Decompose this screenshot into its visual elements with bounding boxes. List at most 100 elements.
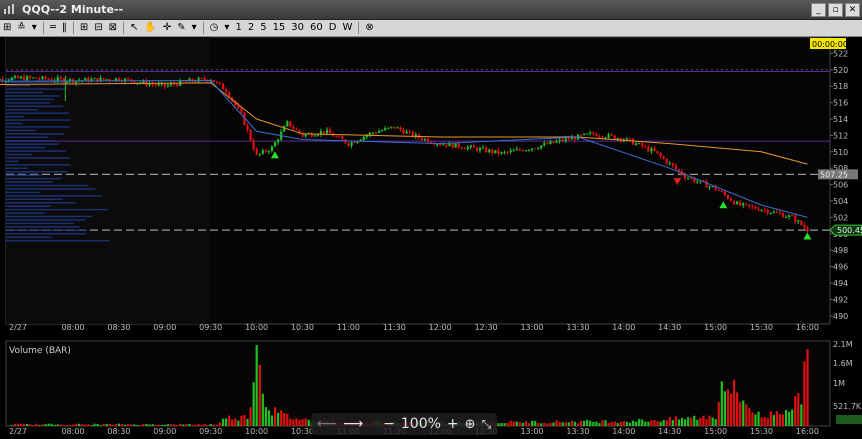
candle-body bbox=[723, 191, 726, 196]
chart-type-icon[interactable]: ⊞ bbox=[0, 21, 14, 35]
toolbar-divider bbox=[123, 22, 125, 34]
candle-body bbox=[347, 143, 350, 146]
timeframe-15[interactable]: 15 bbox=[270, 21, 289, 35]
candle-body bbox=[384, 128, 387, 131]
candle-body bbox=[393, 126, 396, 129]
candle-body bbox=[754, 206, 757, 209]
volume-date-label: 2/27 bbox=[9, 427, 27, 435]
timeframe-30[interactable]: 30 bbox=[288, 21, 307, 35]
volume-bar bbox=[75, 423, 78, 426]
pause-icon[interactable]: ‖ bbox=[59, 21, 70, 35]
candle-body bbox=[784, 216, 788, 218]
volume-profile-bar bbox=[6, 112, 69, 114]
timeframe-1[interactable]: 1 bbox=[232, 21, 244, 35]
scroll-right-icon[interactable]: ⟶ bbox=[343, 416, 363, 432]
cancel-icon[interactable]: ⊗ bbox=[362, 21, 376, 35]
candle-body bbox=[463, 148, 466, 150]
candle-body bbox=[225, 89, 228, 93]
volume-profile-bar bbox=[6, 150, 67, 152]
zoom-out-button[interactable]: − bbox=[383, 416, 395, 432]
volume-profile-bar bbox=[6, 195, 103, 197]
candle-body bbox=[316, 134, 319, 136]
layout-icon[interactable]: ⊟ bbox=[91, 21, 105, 35]
hand-icon[interactable]: ✋ bbox=[141, 21, 159, 35]
candle-body bbox=[478, 148, 482, 151]
zoom-in-button[interactable]: + bbox=[447, 416, 459, 432]
volume-profile-bar bbox=[6, 174, 42, 176]
candle-body bbox=[399, 127, 402, 130]
timeframe-5[interactable]: 5 bbox=[257, 21, 269, 35]
volume-bar bbox=[154, 425, 157, 426]
volume-bar bbox=[650, 420, 653, 426]
candle-body bbox=[466, 146, 469, 149]
clock-icon[interactable]: ◷ bbox=[207, 21, 222, 35]
interval-dropdown-icon[interactable]: ▾ bbox=[221, 21, 232, 35]
volume-bar bbox=[696, 419, 699, 426]
candle-body bbox=[102, 77, 105, 80]
window-link-icon[interactable]: ⊠ bbox=[106, 21, 120, 35]
volume-bar bbox=[595, 421, 598, 426]
volume-bar bbox=[261, 393, 264, 426]
candle-body bbox=[35, 77, 38, 79]
volume-bar bbox=[625, 421, 629, 426]
window-controls: _ ▫ ✕ bbox=[811, 3, 860, 17]
candle-body bbox=[531, 148, 534, 150]
candle-body bbox=[273, 142, 277, 147]
candle-body bbox=[500, 152, 503, 154]
volume-bar bbox=[41, 424, 44, 426]
candle-body bbox=[736, 201, 739, 205]
candle-body bbox=[665, 158, 668, 164]
crosshair-icon[interactable]: ✛ bbox=[160, 21, 174, 35]
volume-bar bbox=[589, 420, 592, 426]
candle-body bbox=[169, 83, 173, 86]
restore-button[interactable]: ▫ bbox=[828, 3, 843, 17]
candle-body bbox=[625, 138, 629, 140]
volume-bar bbox=[586, 419, 589, 426]
candle-body bbox=[270, 146, 274, 152]
collapse-icon[interactable]: ⤡ bbox=[482, 417, 492, 432]
volume-profile-bar bbox=[6, 181, 53, 183]
grid-icon[interactable]: ⊞ bbox=[77, 21, 91, 35]
volume-bar bbox=[558, 421, 561, 426]
timeframe-w[interactable]: W bbox=[339, 21, 355, 35]
candle-body bbox=[295, 128, 298, 130]
candle-body bbox=[641, 143, 644, 147]
candle-body bbox=[708, 186, 711, 188]
price-chart-svg[interactable]: 4904924944964985005025045065085105125145… bbox=[0, 36, 862, 436]
candle-body bbox=[745, 203, 748, 205]
pencil-icon[interactable]: ✎ bbox=[174, 21, 188, 35]
candle-body bbox=[794, 215, 797, 222]
candle-body bbox=[255, 149, 258, 155]
volume-bar bbox=[543, 422, 546, 426]
draw-dropdown-icon[interactable]: ▾ bbox=[189, 21, 200, 35]
candle-body bbox=[252, 140, 255, 150]
candle-body bbox=[261, 150, 264, 154]
candle-body bbox=[10, 77, 13, 81]
study-dropdown-icon[interactable]: ▾ bbox=[29, 21, 40, 35]
lines-icon[interactable]: ═ bbox=[47, 21, 59, 35]
volume-bar bbox=[206, 425, 209, 426]
minimize-button[interactable]: _ bbox=[811, 3, 826, 17]
study-icon[interactable]: ≙ bbox=[14, 21, 28, 35]
timeframe-2[interactable]: 2 bbox=[245, 21, 257, 35]
volume-bar bbox=[124, 424, 127, 426]
volume-bar bbox=[90, 425, 93, 426]
reset-icon[interactable]: ⊕ bbox=[465, 417, 476, 432]
chart-area[interactable]: 4904924944964985005025045065085105125145… bbox=[0, 36, 862, 436]
timeframe-d[interactable]: D bbox=[326, 21, 340, 35]
candle-body bbox=[598, 136, 601, 138]
close-button[interactable]: ✕ bbox=[845, 3, 860, 17]
y-tick-label: 510 bbox=[833, 148, 848, 157]
volume-bar bbox=[579, 420, 583, 426]
volume-bar bbox=[693, 415, 696, 426]
volume-bar bbox=[610, 421, 613, 426]
pointer-icon[interactable]: ↖ bbox=[127, 21, 141, 35]
scroll-left-icon[interactable]: ⟵ bbox=[317, 416, 337, 432]
volume-bar bbox=[622, 421, 625, 426]
timeframe-60[interactable]: 60 bbox=[307, 21, 326, 35]
volume-bar bbox=[576, 423, 580, 426]
volume-bar bbox=[243, 415, 246, 426]
candle-body bbox=[739, 201, 742, 206]
candle-body bbox=[411, 131, 414, 137]
volume-bar bbox=[680, 417, 684, 426]
